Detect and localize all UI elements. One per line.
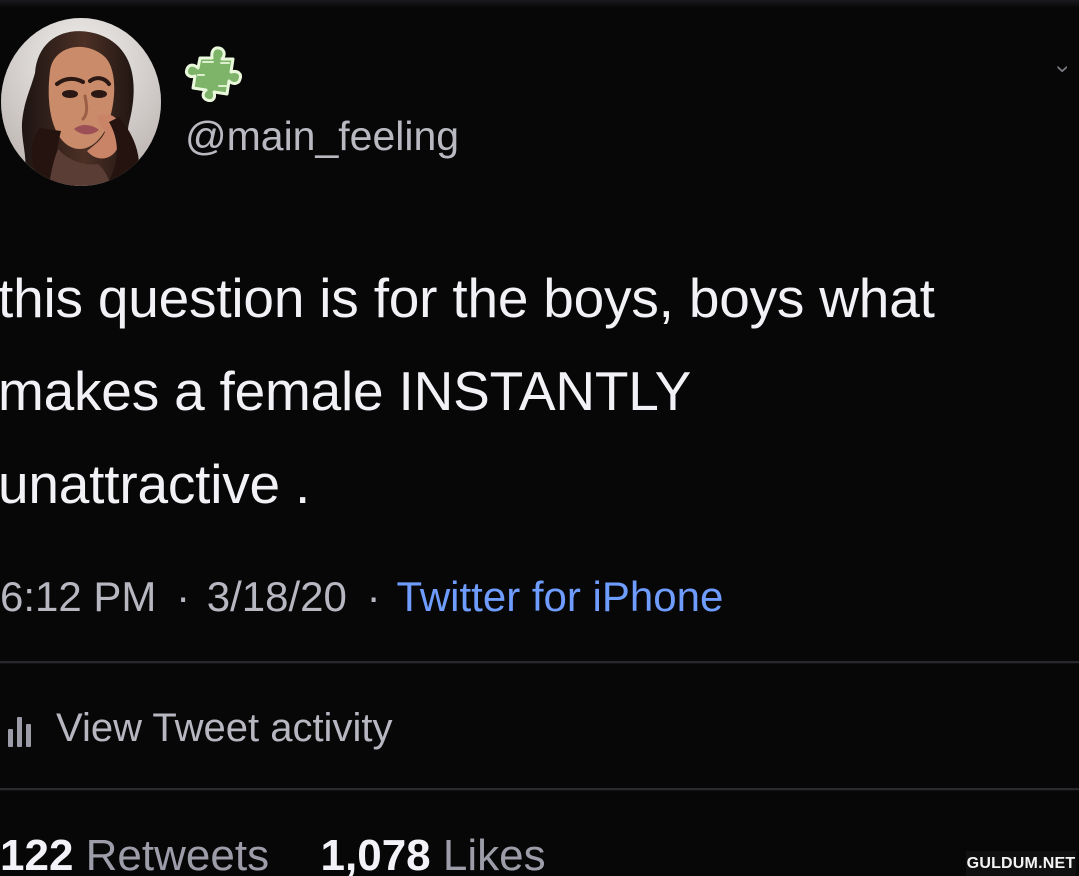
- account-handle[interactable]: @main_feeling: [185, 112, 459, 160]
- tweet-screen: @main_feeling › this question is for the…: [0, 0, 1079, 876]
- profile-photo-icon: [1, 18, 161, 186]
- tweet-text-line-1: this question is for the boys, boys what: [0, 267, 935, 329]
- view-tweet-activity-button[interactable]: View Tweet activity: [8, 702, 392, 754]
- like-label[interactable]: Likes: [443, 831, 546, 876]
- bar-chart-icon: [8, 709, 38, 747]
- like-count[interactable]: 1,078: [321, 831, 431, 876]
- top-edge: [0, 0, 1079, 8]
- tweet-metadata: 6:12 PM · 3/18/20 · Twitter for iPhone: [0, 572, 723, 622]
- tweet-source-link[interactable]: Twitter for iPhone: [397, 573, 724, 620]
- tweet-text: this question is for the boys, boys what…: [0, 252, 1079, 531]
- retweet-label[interactable]: Retweets: [86, 831, 269, 876]
- divider: [0, 661, 1079, 663]
- metadata-separator: ·: [176, 573, 191, 620]
- chevron-down-icon[interactable]: ›: [1048, 65, 1078, 81]
- tweet-stats: 122 Retweets 1,078 Likes: [0, 828, 546, 876]
- view-tweet-activity-label: View Tweet activity: [56, 706, 393, 750]
- avatar[interactable]: [1, 18, 161, 186]
- divider: [0, 788, 1079, 790]
- retweet-count[interactable]: 122: [0, 831, 73, 876]
- tweet-date: 3/18/20: [206, 573, 347, 620]
- watermark: GULDUM.NET: [966, 851, 1076, 876]
- tweet-text-line-3: unattractive .: [0, 453, 311, 515]
- tweet-time: 6:12 PM: [0, 573, 157, 620]
- tweet-text-line-2: makes a female INSTANTLY: [0, 360, 692, 422]
- puzzle-piece-icon: [184, 44, 242, 102]
- metadata-separator: ·: [366, 573, 381, 620]
